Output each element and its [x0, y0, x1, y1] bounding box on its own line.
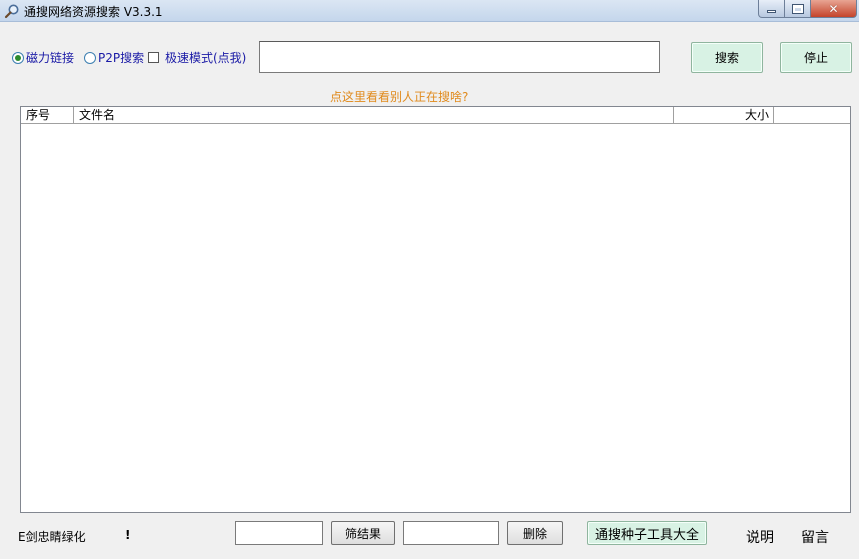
checkbox-icon	[148, 52, 159, 63]
app-window: 通搜网络资源搜索 V3.3.1 ✕ 磁力链接 P2P搜索 极速模式(点我) 搜索…	[0, 0, 859, 559]
close-button[interactable]: ✕	[811, 0, 857, 18]
torrent-tools-button[interactable]: 通搜种子工具大全	[587, 521, 707, 545]
search-input[interactable]	[259, 41, 660, 73]
magnet-radio[interactable]: 磁力链接	[12, 49, 74, 66]
column-header-size[interactable]: 大小	[674, 107, 774, 124]
stop-button[interactable]: 停止	[780, 42, 852, 73]
column-header-extra[interactable]	[774, 107, 850, 124]
p2p-radio[interactable]: P2P搜索	[84, 49, 144, 66]
radio-unselected-icon	[84, 51, 96, 64]
p2p-label: P2P搜索	[98, 51, 145, 65]
window-title: 通搜网络资源搜索 V3.3.1	[24, 5, 163, 19]
radio-selected-icon	[12, 51, 24, 64]
title-bar: 通搜网络资源搜索 V3.3.1 ✕	[0, 0, 859, 22]
status-mark: !	[125, 528, 131, 542]
window-controls: ✕	[758, 0, 857, 18]
fast-mode-checkbox[interactable]: 极速模式(点我)	[148, 49, 246, 66]
close-icon: ✕	[828, 1, 839, 16]
message-link[interactable]: 留言	[801, 527, 829, 547]
delete-input[interactable]	[403, 521, 499, 545]
minimize-icon	[767, 9, 776, 13]
column-header-index[interactable]: 序号	[21, 107, 74, 124]
whats-searching-link[interactable]: 点这里看看别人正在搜啥?	[330, 88, 468, 105]
fast-mode-label: 极速模式(点我)	[165, 51, 247, 65]
magnifier-icon	[4, 4, 19, 19]
maximize-icon	[791, 3, 804, 14]
search-button[interactable]: 搜索	[691, 42, 763, 73]
minimize-button[interactable]	[758, 0, 785, 18]
maximize-button[interactable]	[785, 0, 811, 18]
results-list[interactable]: 序号 文件名 大小	[20, 106, 851, 513]
column-header-filename[interactable]: 文件名	[74, 107, 674, 124]
status-label: E剑忠睛绿化	[18, 530, 86, 544]
filter-results-button[interactable]: 筛结果	[331, 521, 395, 545]
help-link[interactable]: 说明	[746, 527, 774, 547]
filter-input[interactable]	[235, 521, 323, 545]
list-header: 序号 文件名 大小	[21, 107, 850, 124]
delete-button[interactable]: 删除	[507, 521, 563, 545]
magnet-label: 磁力链接	[26, 51, 75, 65]
